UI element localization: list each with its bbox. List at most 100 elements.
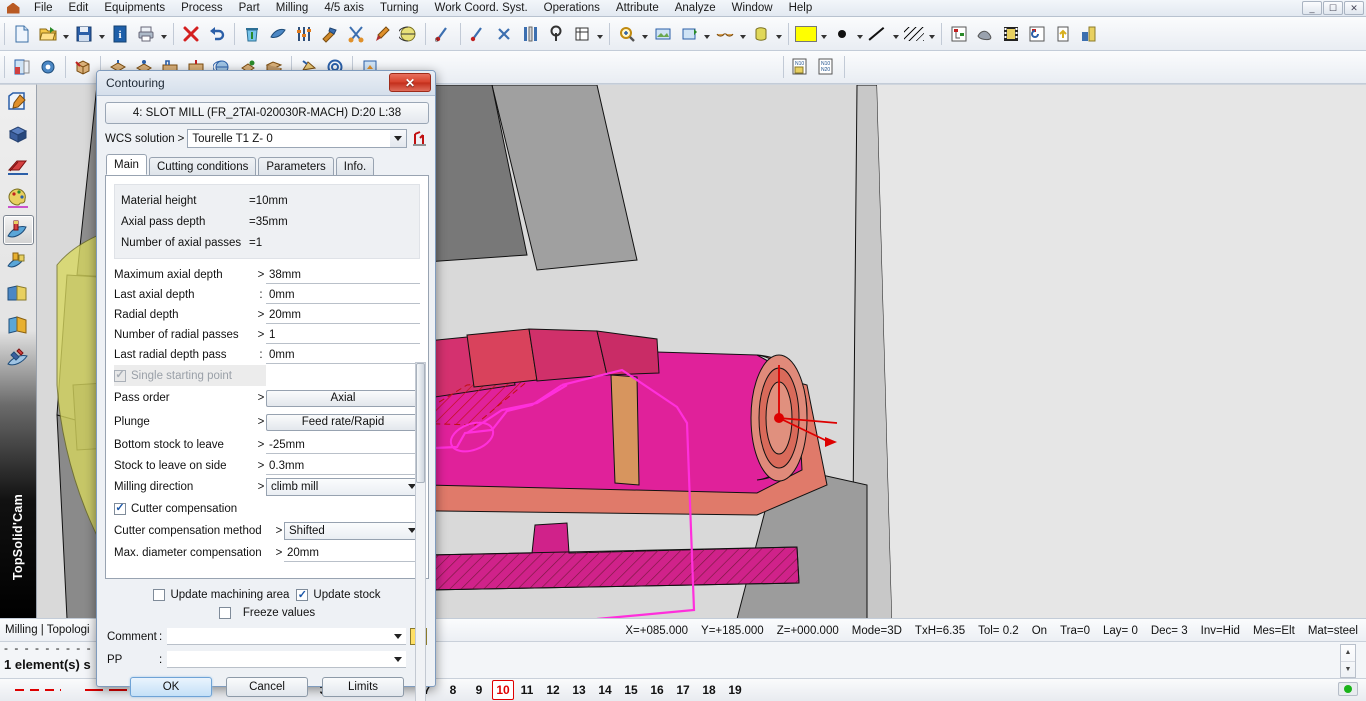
layer-tab-17[interactable]: 17 bbox=[670, 680, 696, 700]
delete-icon[interactable] bbox=[178, 21, 204, 47]
layer-tab-13[interactable]: 13 bbox=[566, 680, 592, 700]
menu-item-attribute[interactable]: Attribute bbox=[608, 1, 667, 15]
close-icon[interactable]: ✕ bbox=[389, 73, 431, 92]
limits-button[interactable]: Limits bbox=[322, 677, 404, 697]
minimize-icon[interactable]: _ bbox=[1302, 1, 1322, 15]
stepper-down-icon[interactable]: ▼ bbox=[1341, 662, 1355, 678]
menu-item-milling[interactable]: Milling bbox=[268, 1, 317, 15]
fit-view-icon[interactable] bbox=[650, 21, 676, 47]
save-icon[interactable] bbox=[71, 21, 97, 47]
last-radial-depth-pass-input[interactable]: 0mm bbox=[266, 346, 420, 364]
menu-item-process[interactable]: Process bbox=[173, 1, 231, 15]
menu-item-window[interactable]: Window bbox=[724, 1, 781, 15]
chevron-down-icon[interactable] bbox=[390, 130, 406, 147]
layer-tab-10[interactable]: 10 bbox=[492, 679, 514, 700]
document-info-icon[interactable]: i bbox=[107, 21, 133, 47]
tab-cutting-conditions[interactable]: Cutting conditions bbox=[148, 157, 257, 175]
simulation-filmstrip-icon[interactable] bbox=[998, 21, 1024, 47]
freeze-values-checkbox[interactable] bbox=[218, 607, 231, 619]
view-dropdown-chevron-down-icon[interactable] bbox=[702, 21, 712, 47]
hammer-icon[interactable] bbox=[317, 21, 343, 47]
layer-tab-15[interactable]: 15 bbox=[618, 680, 644, 700]
maximum-axial-depth-input[interactable]: 38mm bbox=[266, 266, 420, 284]
new-document-icon[interactable] bbox=[9, 21, 35, 47]
line-style-dashed-swatch[interactable] bbox=[6, 680, 70, 700]
max-diameter-compensation-input[interactable]: 20mm bbox=[284, 544, 420, 562]
stepper-up-icon[interactable]: ▲ bbox=[1341, 645, 1355, 662]
layer-tab-14[interactable]: 14 bbox=[592, 680, 618, 700]
glasses-dropdown-chevron-down-icon[interactable] bbox=[738, 21, 748, 47]
close-icon[interactable]: ✕ bbox=[1344, 1, 1364, 15]
sidebar-item-part[interactable] bbox=[3, 119, 34, 149]
glasses-view-icon[interactable] bbox=[712, 21, 738, 47]
comment-input[interactable] bbox=[167, 628, 406, 645]
stock-to-leave-on-side-sep[interactable]: > bbox=[256, 460, 266, 472]
cutter-compensation-checkbox[interactable] bbox=[114, 502, 126, 515]
sidebar-item-simulation[interactable] bbox=[3, 343, 34, 373]
part-document-icon[interactable] bbox=[9, 54, 35, 80]
menu-item-work-coord-syst[interactable]: Work Coord. Syst. bbox=[427, 1, 536, 15]
zoom-icon[interactable] bbox=[614, 21, 640, 47]
freeze-values-row[interactable]: Freeze values bbox=[105, 604, 429, 622]
save-dropdown-chevron-down-icon[interactable] bbox=[97, 21, 107, 47]
point-style-icon[interactable] bbox=[829, 21, 855, 47]
recycle-bin-icon[interactable] bbox=[239, 21, 265, 47]
last-axial-depth-input[interactable]: 0mm bbox=[266, 286, 420, 304]
nc-program-icon[interactable]: N10 N20 bbox=[814, 54, 840, 80]
scrollbar-thumb[interactable] bbox=[416, 363, 425, 483]
export-document-icon[interactable] bbox=[1050, 21, 1076, 47]
tree-view-icon[interactable] bbox=[946, 21, 972, 47]
point-dropdown-chevron-down-icon[interactable] bbox=[855, 21, 865, 47]
milling-direction-sep[interactable]: > bbox=[256, 481, 266, 493]
solid-view-icon[interactable] bbox=[748, 21, 774, 47]
bottom-stock-to-leave-input[interactable]: -25mm bbox=[266, 436, 420, 454]
bottom-stock-to-leave-sep[interactable]: > bbox=[256, 439, 266, 451]
table-edit-icon[interactable] bbox=[569, 21, 595, 47]
tool-stack-icon[interactable] bbox=[517, 21, 543, 47]
cutter-compensation-method-select[interactable]: Shifted bbox=[284, 521, 420, 540]
machining-tool-icon[interactable] bbox=[265, 21, 291, 47]
maximum-axial-depth-sep[interactable]: > bbox=[256, 269, 266, 281]
panel-scrollbar[interactable] bbox=[415, 362, 426, 701]
menu-item-edit[interactable]: Edit bbox=[61, 1, 97, 15]
menu-item-4-5-axis[interactable]: 4/5 axis bbox=[316, 1, 372, 15]
tab-info[interactable]: Info. bbox=[335, 157, 375, 175]
cutter-compensation-row[interactable]: Cutter compensation bbox=[106, 498, 428, 519]
probe-icon[interactable] bbox=[543, 21, 569, 47]
number-of-radial-passes-sep[interactable]: > bbox=[256, 329, 266, 341]
nc-code-icon[interactable]: N10 bbox=[788, 54, 814, 80]
wcs-axis-icon[interactable] bbox=[410, 129, 429, 148]
plunge-sep[interactable]: > bbox=[256, 416, 266, 428]
settings-sliders-icon[interactable] bbox=[291, 21, 317, 47]
menu-item-analyze[interactable]: Analyze bbox=[667, 1, 724, 15]
plunge-button[interactable]: Feed rate/Rapid bbox=[266, 413, 420, 431]
undo-icon[interactable] bbox=[204, 21, 230, 47]
sidebar-item-design[interactable] bbox=[3, 183, 34, 213]
tool-banner[interactable]: 4: SLOT MILL (FR_2TAI-020030R-MACH) D:20… bbox=[105, 102, 429, 124]
stock-shape-icon[interactable] bbox=[972, 21, 998, 47]
layer-tab-9[interactable]: 9 bbox=[466, 680, 492, 700]
value-stepper[interactable]: ▲ ▼ bbox=[1340, 644, 1356, 678]
chevron-down-icon[interactable] bbox=[394, 657, 402, 662]
layer-tab-16[interactable]: 16 bbox=[644, 680, 670, 700]
tab-parameters[interactable]: Parameters bbox=[258, 157, 334, 175]
stock-to-leave-on-side-input[interactable]: 0.3mm bbox=[266, 457, 420, 475]
origin-point-icon[interactable]: 0 bbox=[430, 21, 456, 47]
pp-input[interactable] bbox=[167, 651, 406, 668]
view-manager-icon[interactable] bbox=[676, 21, 702, 47]
color-swatch-yellow[interactable] bbox=[793, 21, 819, 47]
sidebar-item-sheetmetal[interactable] bbox=[3, 151, 34, 181]
update-machining-area-row[interactable]: Update machining area bbox=[153, 589, 289, 601]
menu-item-operations[interactable]: Operations bbox=[536, 1, 608, 15]
stock-box-icon[interactable] bbox=[70, 54, 96, 80]
line-dropdown-chevron-down-icon[interactable] bbox=[891, 21, 901, 47]
wcs-solution-select[interactable]: Tourelle T1 Z- 0 bbox=[187, 129, 407, 148]
pass-order-button[interactable]: Axial bbox=[266, 389, 420, 407]
menu-item-file[interactable]: File bbox=[26, 1, 61, 15]
color-dropdown-chevron-down-icon[interactable] bbox=[819, 21, 829, 47]
hatch-dropdown-chevron-down-icon[interactable] bbox=[927, 21, 937, 47]
menu-item-equipments[interactable]: Equipments bbox=[96, 1, 173, 15]
milling-direction-select[interactable]: climb mill bbox=[266, 478, 420, 496]
operations-tree-icon[interactable] bbox=[1024, 21, 1050, 47]
layer-tab-18[interactable]: 18 bbox=[696, 680, 722, 700]
